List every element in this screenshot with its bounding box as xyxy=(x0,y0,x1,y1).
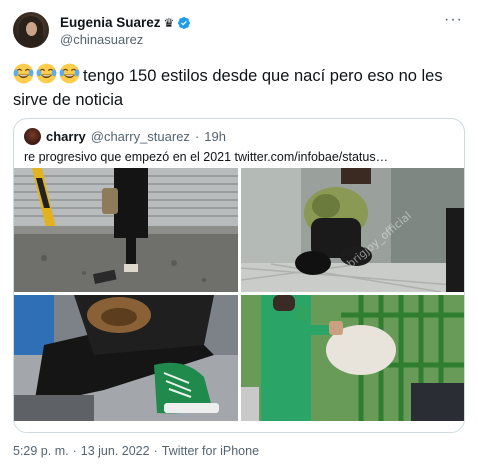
face-with-tears-of-joy-icon xyxy=(36,63,57,84)
more-options-icon[interactable]: ··· xyxy=(444,12,463,28)
footer-separator: · xyxy=(72,444,77,458)
quoted-author-avatar xyxy=(24,128,41,145)
avatar-face xyxy=(26,22,37,36)
photo-sneakers-image xyxy=(14,295,238,421)
quoted-media-grid: brigjoy_official xyxy=(14,168,464,421)
photo-green-cage[interactable] xyxy=(241,295,464,421)
author-handle[interactable]: @chinasuarez xyxy=(60,32,143,47)
tweet-text: tengo 150 estilos desde que nací pero es… xyxy=(13,63,468,112)
tweet-time[interactable]: 5:29 p. m. xyxy=(13,444,69,458)
photo-street-image xyxy=(14,168,238,292)
tweet-date[interactable]: 13 jun. 2022 xyxy=(81,444,150,458)
face-with-tears-of-joy-icon xyxy=(59,63,80,84)
quoted-tweet-header: charry @charry_stuarez · 19h xyxy=(24,128,226,145)
photo-elevator-image: brigjoy_official xyxy=(241,168,464,292)
verified-badge-icon xyxy=(178,16,191,29)
quoted-separator: · xyxy=(194,129,200,144)
author-display-name[interactable]: Eugenia Suarez xyxy=(60,15,161,30)
quoted-tweet-text: re progresivo que empezó en el 2021 twit… xyxy=(24,150,389,164)
quoted-age: 19h xyxy=(204,129,226,144)
photo-elevator[interactable]: brigjoy_official xyxy=(241,168,464,292)
photo-green-cage-image xyxy=(241,295,464,421)
crown-icon: ♛ xyxy=(163,15,175,30)
emoji-group xyxy=(13,63,80,84)
photo-street[interactable] xyxy=(14,168,238,292)
quoted-author-handle: @charry_stuarez xyxy=(90,129,190,144)
quoted-author-name: charry xyxy=(46,129,86,144)
author-avatar[interactable] xyxy=(13,12,49,48)
face-with-tears-of-joy-icon xyxy=(13,63,34,84)
tweet-source[interactable]: Twitter for iPhone xyxy=(162,444,259,458)
footer-separator: · xyxy=(153,444,158,458)
photo-sneakers[interactable] xyxy=(14,295,238,421)
tweet-footer: 5:29 p. m. · 13 jun. 2022 · Twitter for … xyxy=(13,444,259,458)
quoted-tweet-card[interactable]: charry @charry_stuarez · 19h re progresi… xyxy=(13,118,465,433)
author-name-row: Eugenia Suarez ♛ xyxy=(60,15,191,30)
